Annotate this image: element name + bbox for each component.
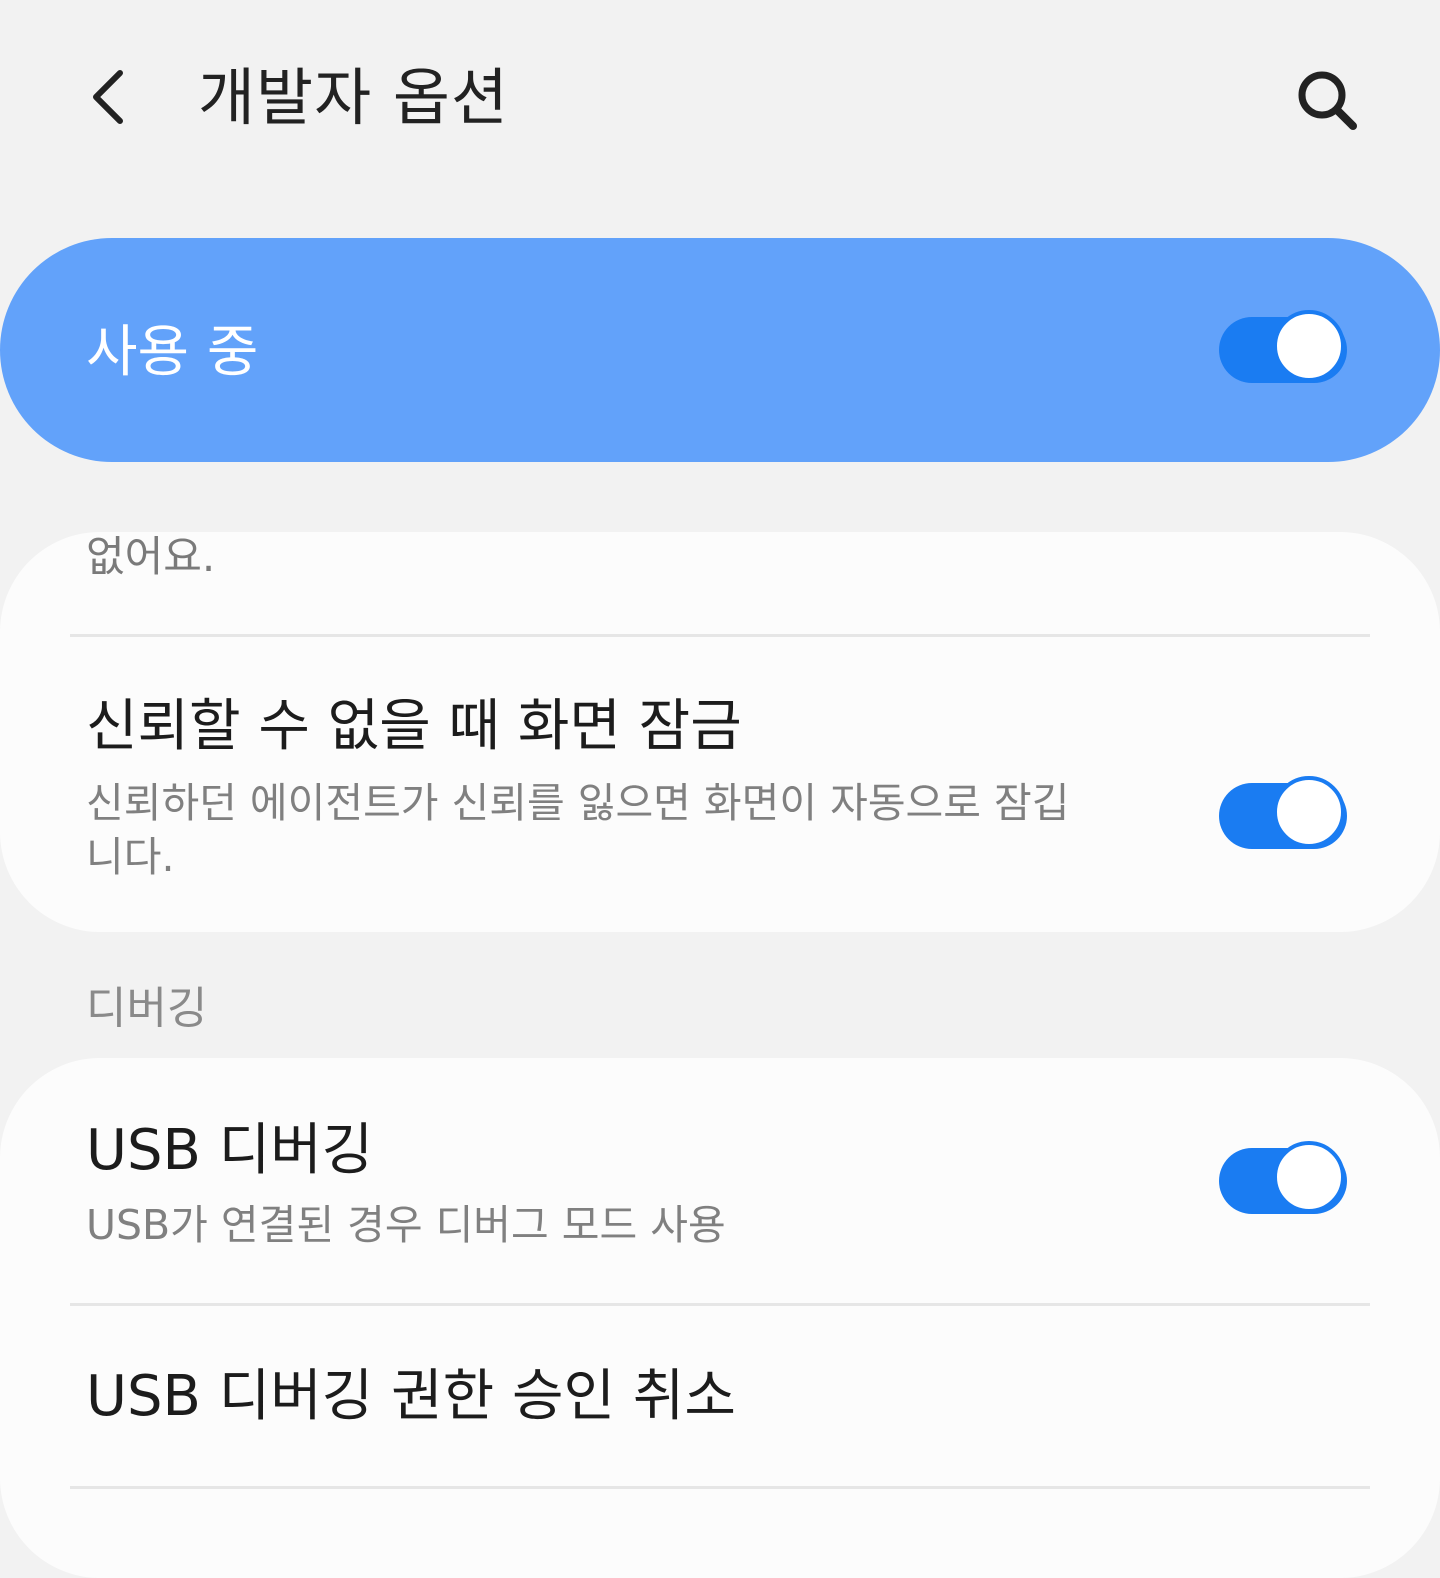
item-title: 신뢰할 수 없을 때 화면 잠금 [86,694,742,759]
chevron-left-icon [93,70,123,124]
back-button[interactable] [70,55,154,139]
master-toggle-switch[interactable] [1219,310,1347,383]
item-title: USB 디버깅 [86,1118,374,1183]
master-toggle-label: 사용 중 [86,320,259,385]
switch-knob [1273,310,1345,382]
page-title: 개발자 옵션 [198,61,509,134]
search-icon [1298,71,1357,130]
usb-debugging-row[interactable]: USB 디버깅 USB가 연결된 경우 디버그 모드 사용 [0,1058,1440,1304]
section-header-debugging: 디버깅 [86,983,208,1034]
divider [70,1486,1370,1489]
lock-screen-when-untrusted-switch[interactable] [1219,776,1347,849]
item-description: USB가 연결된 경우 디버그 모드 사용 [86,1201,726,1249]
lock-screen-when-untrusted-row[interactable]: 신뢰할 수 없을 때 화면 잠금 신뢰하던 에이전트가 신뢰를 잃으면 화면이 … [0,638,1440,932]
settings-card-security: 없어요. 신뢰할 수 없을 때 화면 잠금 신뢰하던 에이전트가 신뢰를 잃으면… [0,532,1440,932]
previous-item-description-fragment: 없어요. [86,532,216,581]
switch-knob [1273,776,1345,848]
search-button[interactable] [1282,55,1374,147]
revoke-usb-debugging-authorizations-row[interactable]: USB 디버깅 권한 승인 취소 [0,1307,1440,1487]
divider [70,634,1370,637]
switch-knob [1273,1141,1345,1213]
developer-options-master-toggle-row[interactable]: 사용 중 [0,238,1440,462]
app-bar: 개발자 옵션 [0,0,1440,200]
divider [70,1303,1370,1306]
item-description: 신뢰하던 에이전트가 신뢰를 잃으면 화면이 자동으로 잠깁니다. [86,779,1070,881]
item-title: USB 디버깅 권한 승인 취소 [86,1364,736,1429]
usb-debugging-switch[interactable] [1219,1141,1347,1214]
settings-card-debugging: USB 디버깅 USB가 연결된 경우 디버그 모드 사용 USB 디버깅 권한… [0,1058,1440,1578]
